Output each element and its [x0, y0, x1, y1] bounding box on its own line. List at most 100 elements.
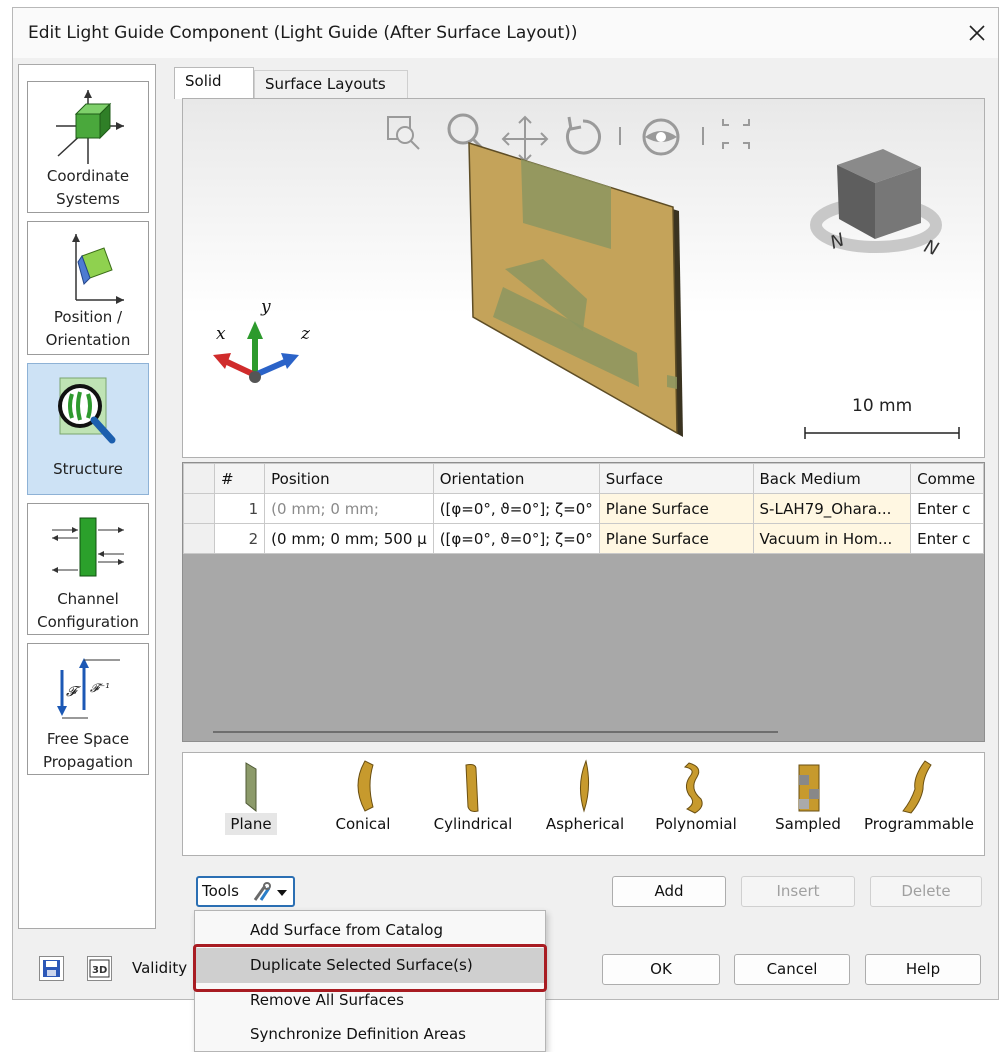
menu-item-synchronize-definition-areas[interactable]: Synchronize Definition Areas — [195, 1017, 545, 1052]
channel-configuration-icon — [52, 517, 124, 577]
surface-table: # Position Orientation Surface Back Medi… — [182, 462, 985, 742]
tools-icon — [253, 882, 271, 901]
close-icon — [969, 25, 985, 41]
nav-position-orientation-label-1: Position / — [53, 308, 123, 326]
cell-position[interactable]: (0 mm; 0 mm; 500 µ — [264, 523, 434, 554]
menu-item-remove-all-surfaces[interactable]: Remove All Surfaces — [195, 983, 545, 1018]
surface-type-cylindrical[interactable]: Cylindrical — [423, 753, 523, 853]
nav-coordinate-systems[interactable]: Coordinate Systems — [27, 81, 149, 213]
cell-surface[interactable]: Plane Surface — [598, 523, 754, 554]
3d-view-button[interactable]: 3D — [87, 956, 112, 981]
cell-position[interactable]: (0 mm; 0 mm; — [264, 493, 434, 524]
tools-dropdown-button[interactable]: Tools — [196, 876, 295, 907]
nav-coordinate-systems-label-2: Systems — [56, 190, 120, 208]
3d-view-icon: 3D — [89, 959, 110, 978]
ok-button[interactable]: OK — [602, 954, 720, 985]
col-header-back-medium[interactable]: Back Medium — [752, 463, 912, 494]
row-selector[interactable] — [183, 523, 215, 554]
conical-surface-icon — [357, 760, 374, 812]
nav-structure[interactable]: Structure — [27, 363, 149, 495]
nav-channel-configuration-label-2: Configuration — [37, 613, 139, 631]
polynomial-surface-icon — [683, 762, 703, 814]
nav-channel-configuration[interactable]: Channel Configuration — [27, 503, 149, 635]
save-icon — [43, 960, 60, 977]
surface-type-plane[interactable]: Plane — [211, 753, 291, 853]
free-space-propagation-icon: 𝓕 𝓕⁻¹ — [57, 658, 120, 719]
tab-surface-layouts[interactable]: Surface Layouts — [254, 70, 408, 98]
svg-text:N: N — [828, 229, 848, 253]
structure-icon — [58, 377, 116, 444]
nav-structure-label: Structure — [53, 460, 123, 478]
view-icon[interactable] — [642, 118, 680, 156]
rotate-icon[interactable] — [566, 116, 601, 155]
horizontal-scrollbar[interactable] — [213, 731, 778, 733]
axis-x-label: x — [216, 324, 226, 344]
menu-item-duplicate-selected-surfaces[interactable]: Duplicate Selected Surface(s) — [195, 948, 545, 983]
light-guide-plate — [468, 141, 683, 437]
cell-num: 2 — [213, 523, 266, 554]
zoom-region-icon[interactable] — [387, 116, 420, 150]
table-row[interactable]: 1 (0 mm; 0 mm; ([φ=0°, ϑ=0°]; ζ=0° Plane… — [183, 493, 984, 524]
coordinate-systems-icon — [56, 90, 124, 164]
save-button[interactable] — [39, 956, 64, 981]
col-header-position[interactable]: Position — [264, 463, 434, 494]
surface-type-conical-label: Conical — [335, 815, 391, 833]
orientation-cube-icon[interactable]: N N — [810, 149, 942, 260]
col-header-comment[interactable]: Comme — [910, 463, 984, 494]
category-navigation: Coordinate Systems Position / Orientatio… — [18, 64, 156, 929]
cell-surface[interactable]: Plane Surface — [598, 493, 754, 524]
svg-text:𝓕⁻¹: 𝓕⁻¹ — [90, 681, 110, 695]
surface-type-gallery: Plane Conical Cylindrical Aspherical Pol… — [182, 752, 985, 856]
surface-type-aspherical[interactable]: Aspherical — [533, 753, 637, 853]
scale-bar — [804, 427, 960, 439]
col-header-num[interactable]: # — [213, 463, 266, 494]
surface-type-conical[interactable]: Conical — [323, 753, 403, 853]
cell-back-medium[interactable]: Vacuum in Hom... — [752, 523, 912, 554]
pan-icon[interactable] — [501, 115, 549, 163]
cell-comment[interactable]: Enter c — [910, 523, 984, 554]
window-title: Edit Light Guide Component (Light Guide … — [28, 23, 578, 43]
surface-type-sampled-label: Sampled — [775, 815, 841, 833]
aspherical-surface-icon — [580, 759, 590, 813]
delete-button[interactable]: Delete — [870, 876, 982, 907]
surface-type-polynomial[interactable]: Polynomial — [643, 753, 749, 853]
fit-icon[interactable] — [722, 119, 750, 149]
tab-solid[interactable]: Solid — [174, 67, 254, 99]
cell-orientation[interactable]: ([φ=0°, ϑ=0°]; ζ=0° — [432, 493, 600, 524]
surface-type-plane-label: Plane — [225, 813, 277, 835]
surface-type-programmable-label: Programmable — [863, 815, 974, 833]
col-header-surface[interactable]: Surface — [598, 463, 754, 494]
cylindrical-surface-icon — [465, 764, 479, 812]
col-header-orientation[interactable]: Orientation — [432, 463, 600, 494]
table-row[interactable]: 2 (0 mm; 0 mm; 500 µ ([φ=0°, ϑ=0°]; ζ=0°… — [183, 523, 984, 554]
surface-type-programmable[interactable]: Programmable — [857, 753, 981, 853]
add-button[interactable]: Add — [612, 876, 726, 907]
svg-text:𝓕: 𝓕 — [66, 684, 81, 700]
nav-coordinate-systems-label-1: Coordinate — [46, 167, 130, 185]
nav-position-orientation-label-2: Orientation — [45, 331, 131, 349]
svg-text:3D: 3D — [92, 965, 107, 976]
cancel-button[interactable]: Cancel — [734, 954, 850, 985]
cell-orientation[interactable]: ([φ=0°, ϑ=0°]; ζ=0° — [432, 523, 600, 554]
cell-num: 1 — [213, 493, 266, 524]
cell-back-medium[interactable]: S-LAH79_Ohara... — [752, 493, 912, 524]
cell-comment[interactable]: Enter c — [910, 493, 984, 524]
menu-item-add-surface-from-catalog[interactable]: Add Surface from Catalog — [195, 913, 545, 948]
row-selector[interactable] — [183, 493, 215, 524]
title-bar: Edit Light Guide Component (Light Guide … — [13, 8, 998, 58]
tools-label: Tools — [202, 882, 239, 900]
surface-type-sampled[interactable]: Sampled — [767, 753, 849, 853]
row-header-corner — [183, 463, 215, 494]
position-orientation-icon — [72, 234, 124, 304]
nav-free-space-propagation-label-2: Propagation — [43, 753, 133, 771]
nav-channel-configuration-label-1: Channel — [57, 590, 119, 608]
chevron-down-icon — [277, 890, 287, 896]
help-button[interactable]: Help — [865, 954, 981, 985]
surface-type-aspherical-label: Aspherical — [545, 815, 625, 833]
close-button[interactable] — [962, 18, 992, 48]
axis-z-label: z — [301, 324, 310, 344]
nav-free-space-propagation[interactable]: 𝓕 𝓕⁻¹ Free Space Propagation — [27, 643, 149, 775]
insert-button[interactable]: Insert — [741, 876, 855, 907]
nav-position-orientation[interactable]: Position / Orientation — [27, 221, 149, 355]
validity-label: Validity — [132, 959, 188, 977]
